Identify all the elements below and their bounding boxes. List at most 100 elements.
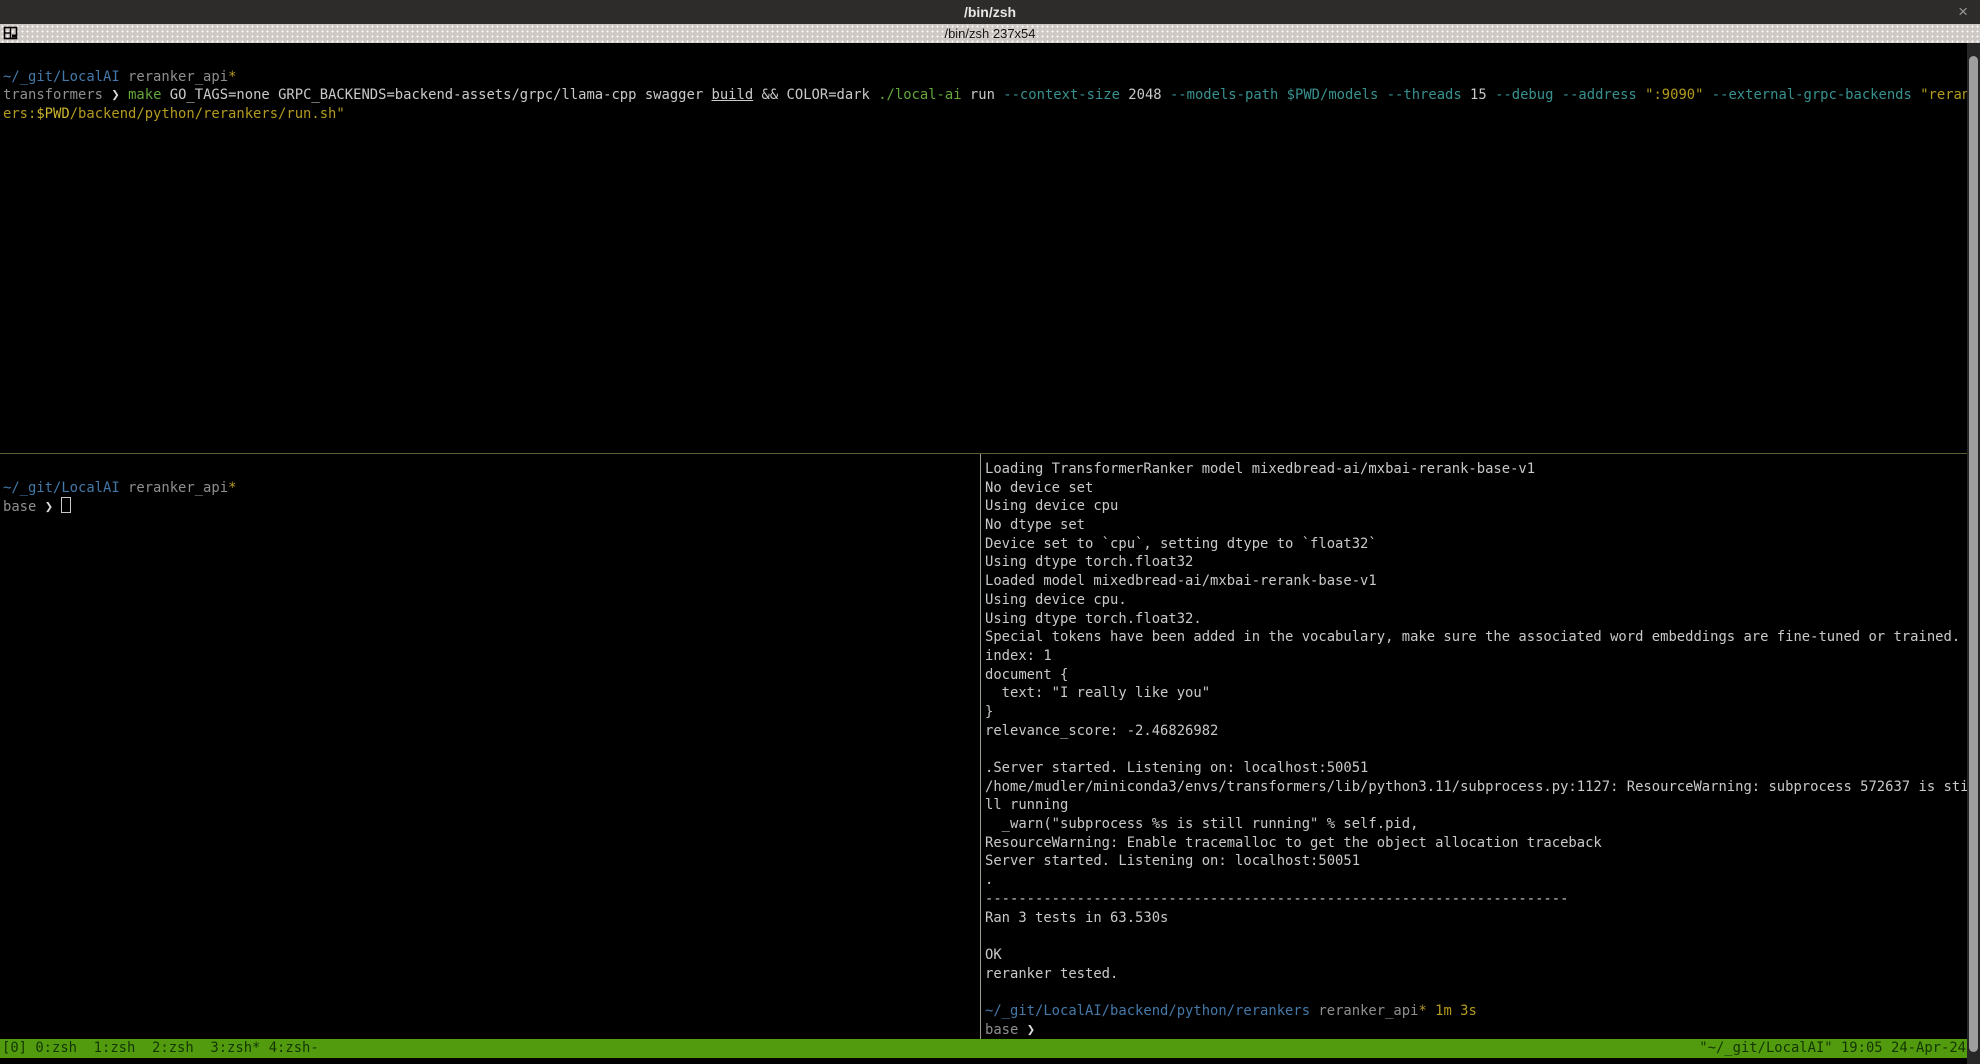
terminal-line bbox=[985, 740, 1980, 759]
terminal-line: ~/_git/LocalAI reranker_api* bbox=[3, 479, 980, 498]
terminal-text: Using device cpu. bbox=[985, 592, 1127, 608]
status-window-list[interactable]: [0] 0:zsh 1:zsh 2:zsh 3:zsh* 4:zsh- bbox=[0, 1039, 319, 1058]
terminal-text: /home/mudler/miniconda3/envs/transformer… bbox=[985, 779, 1969, 795]
pane-bottom-left[interactable]: ~/_git/LocalAI reranker_api*base ❯ bbox=[0, 454, 980, 1039]
terminal-text: reranker tested. bbox=[985, 966, 1118, 982]
terminal-text: * bbox=[1418, 1003, 1426, 1019]
text-cursor bbox=[61, 497, 71, 513]
terminal-line: /home/mudler/miniconda3/envs/transformer… bbox=[985, 778, 1980, 797]
terminal-text bbox=[1018, 1022, 1026, 1038]
terminal-text: base bbox=[985, 1022, 1018, 1038]
terminal-text: ":9090" bbox=[1645, 87, 1703, 103]
terminal-line: Loaded model mixedbread-ai/mxbai-rerank-… bbox=[985, 572, 1980, 591]
terminal-text: Loaded model mixedbread-ai/mxbai-rerank-… bbox=[985, 573, 1377, 589]
terminal-text bbox=[120, 69, 128, 85]
terminal-text bbox=[53, 499, 61, 515]
terminal-line bbox=[3, 460, 980, 479]
terminal-text: relevance_score: -2.46826982 bbox=[985, 723, 1218, 739]
terminal-line: relevance_score: -2.46826982 bbox=[985, 722, 1980, 741]
terminal-text bbox=[1278, 87, 1286, 103]
scrollbar-thumb[interactable] bbox=[1969, 56, 1978, 1052]
terminal-text: text: "I really like you" bbox=[985, 685, 1210, 701]
terminal-text bbox=[120, 480, 128, 496]
terminal-text: . bbox=[985, 872, 993, 888]
terminal-text: } bbox=[985, 704, 993, 720]
terminal-line: index: 1 bbox=[985, 647, 1980, 666]
terminal-text: make bbox=[128, 87, 161, 103]
terminal-text: $PWD bbox=[36, 106, 69, 122]
tmux-status-bar: [0] 0:zsh 1:zsh 2:zsh 3:zsh* 4:zsh- "~/_… bbox=[0, 1039, 1980, 1058]
terminal-line: Using device cpu bbox=[985, 497, 1980, 516]
terminal-line: Server started. Listening on: localhost:… bbox=[985, 852, 1980, 871]
terminal-line: Using dtype torch.float32 bbox=[985, 553, 1980, 572]
terminal-text: base bbox=[3, 499, 36, 515]
terminal-text: ll running bbox=[985, 797, 1068, 813]
terminal-line: No device set bbox=[985, 479, 1980, 498]
terminal-text: GO_TAGS=none GRPC_BACKENDS=backend-asset… bbox=[161, 87, 711, 103]
terminal-line: ll running bbox=[985, 796, 1980, 815]
terminal-line: } bbox=[985, 703, 1980, 722]
terminal-text: OK bbox=[985, 947, 1002, 963]
terminal-text bbox=[1703, 87, 1711, 103]
terminal-text: Special tokens have been added in the vo… bbox=[985, 629, 1960, 645]
terminal-line: No dtype set bbox=[985, 516, 1980, 535]
terminal-line: Device set to `cpu`, setting dtype to `f… bbox=[985, 535, 1980, 554]
terminal-line: ~/_git/LocalAI/backend/python/rerankers … bbox=[985, 1002, 1980, 1021]
terminal-line bbox=[985, 983, 1980, 1002]
status-session-info: "~/_git/LocalAI" 19:05 24-Apr-24 bbox=[1699, 1039, 1980, 1058]
terminal-text: --threads bbox=[1387, 87, 1462, 103]
scrollbar[interactable] bbox=[1967, 43, 1980, 1064]
terminal-text: Using dtype torch.float32. bbox=[985, 611, 1202, 627]
terminal-text: ❯ bbox=[45, 499, 53, 515]
terminal-text: build bbox=[712, 87, 754, 103]
terminal-line: transformers ❯ make GO_TAGS=none GRPC_BA… bbox=[3, 86, 1980, 105]
terminal-text: Server started. Listening on: localhost:… bbox=[985, 853, 1360, 869]
terminal-text: ~/_git/LocalAI bbox=[3, 480, 120, 496]
terminal-text: ~/_git/LocalAI/backend/python/rerankers bbox=[985, 1003, 1310, 1019]
terminal-text bbox=[36, 499, 44, 515]
terminal-text: Device set to `cpu`, setting dtype to `f… bbox=[985, 536, 1377, 552]
close-icon[interactable]: × bbox=[1958, 0, 1968, 24]
terminal-text bbox=[1427, 1003, 1435, 1019]
terminal-text: 2048 bbox=[1120, 87, 1170, 103]
terminal-text: Using device cpu bbox=[985, 498, 1118, 514]
window-layout-icon[interactable] bbox=[3, 26, 21, 41]
terminal-line bbox=[3, 49, 1980, 68]
terminal-text: --external-grpc-backends bbox=[1712, 87, 1912, 103]
terminal-text: Loading TransformerRanker model mixedbre… bbox=[985, 461, 1535, 477]
terminal-line: base ❯ bbox=[985, 1021, 1980, 1039]
terminal-line: . bbox=[985, 871, 1980, 890]
window-titlebar[interactable]: /bin/zsh × bbox=[0, 0, 1980, 24]
terminal-text: ers: bbox=[3, 106, 36, 122]
terminal-text: transformers bbox=[3, 87, 103, 103]
window-title: /bin/zsh bbox=[964, 4, 1016, 20]
terminal-text: document { bbox=[985, 667, 1068, 683]
terminal-line: .Server started. Listening on: localhost… bbox=[985, 759, 1980, 778]
terminal-text: 1m 3s bbox=[1435, 1003, 1477, 1019]
terminal-text: No dtype set bbox=[985, 517, 1085, 533]
terminal-text: --models-path bbox=[1170, 87, 1278, 103]
terminal-text: $PWD/models bbox=[1287, 87, 1379, 103]
terminal-text: Ran 3 tests in 63.530s bbox=[985, 910, 1168, 926]
terminal-text: ./local-ai bbox=[878, 87, 961, 103]
terminal-line: ----------------------------------------… bbox=[985, 890, 1980, 909]
terminal-line: reranker tested. bbox=[985, 965, 1980, 984]
terminal-text bbox=[1378, 87, 1386, 103]
terminal-text: ❯ bbox=[1027, 1022, 1035, 1038]
terminal-line: Ran 3 tests in 63.530s bbox=[985, 909, 1980, 928]
terminal-text: reranker_api bbox=[1318, 1003, 1418, 1019]
terminal-text: * bbox=[228, 69, 236, 85]
terminal-line: text: "I really like you" bbox=[985, 684, 1980, 703]
pane-top[interactable]: ~/_git/LocalAI reranker_api*transformers… bbox=[0, 43, 1980, 453]
terminal-text: * bbox=[228, 480, 236, 496]
terminal-text: Using dtype torch.float32 bbox=[985, 554, 1193, 570]
pane-bottom-right[interactable]: Loading TransformerRanker model mixedbre… bbox=[981, 454, 1980, 1039]
terminal-line: OK bbox=[985, 946, 1980, 965]
terminal-text bbox=[1637, 87, 1645, 103]
terminal-line: ResourceWarning: Enable tracemalloc to g… bbox=[985, 834, 1980, 853]
terminal-line: ~/_git/LocalAI reranker_api* bbox=[3, 68, 1980, 87]
terminal-text: --context-size bbox=[1003, 87, 1120, 103]
terminal-line: document { bbox=[985, 666, 1980, 685]
terminal-text: No device set bbox=[985, 480, 1093, 496]
tab-bar: /bin/zsh 237x54 bbox=[0, 24, 1980, 43]
